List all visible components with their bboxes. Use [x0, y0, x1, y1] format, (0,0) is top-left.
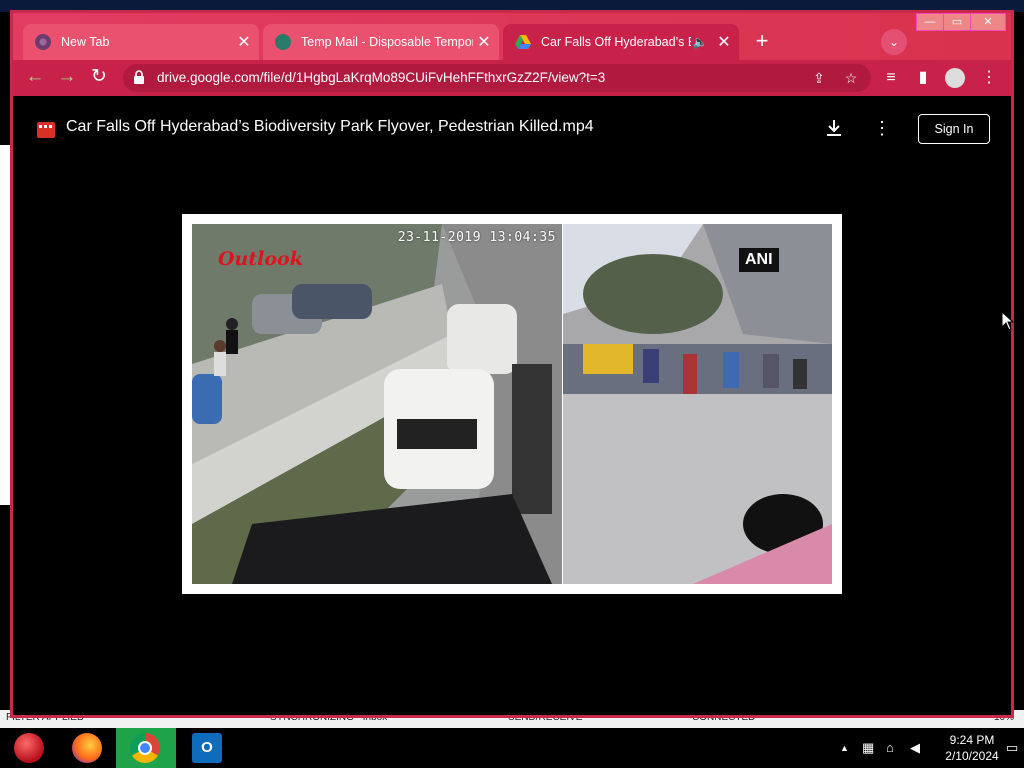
tab-label: Car Falls Off Hyderabad’s Bio — [541, 35, 691, 49]
crowd-scene-image — [563, 224, 832, 584]
video-crowd-panel: ANI — [563, 224, 832, 584]
new-tab-button[interactable]: + — [750, 30, 774, 54]
reload-icon[interactable]: ↻ — [87, 66, 111, 90]
tab-label: Temp Mail - Disposable Tempora — [301, 35, 473, 49]
tempmail-icon — [275, 34, 291, 50]
tab-label: New Tab — [61, 35, 110, 49]
download-icon[interactable] — [823, 117, 845, 139]
file-title: Car Falls Off Hyderabad’s Biodiversity P… — [66, 118, 594, 135]
drive-viewer-header: Car Falls Off Hyderabad’s Biodiversity P… — [13, 96, 1011, 160]
firefox-icon — [72, 733, 102, 763]
taskbar: O ▲ ▦ ⌂ ◀ 9:24 PM 2/10/2024 ▭ — [0, 728, 1024, 768]
taskbar-clock[interactable]: 9:24 PM 2/10/2024 — [940, 732, 1004, 764]
url-text: drive.google.com/file/d/1HgbgLaKrqMo89CU… — [157, 70, 606, 85]
back-arrow-icon[interactable]: ← — [23, 66, 47, 90]
media-control-icon[interactable]: ≡ — [881, 68, 901, 88]
tray-volume-muted-icon[interactable]: ◀ — [910, 740, 920, 756]
desktop: FILTER APPLIED SYNCHRONIZING - Inbox SEN… — [0, 0, 1024, 768]
tray-expand-icon[interactable]: ▲ — [840, 743, 849, 753]
clock-date: 2/10/2024 — [945, 749, 999, 763]
tab-strip: New Tab ✕ Temp Mail - Disposable Tempora… — [13, 13, 1011, 60]
maximize-button[interactable]: ▭ — [943, 13, 971, 31]
chrome-icon — [130, 733, 160, 763]
speaker-icon[interactable]: 🔈 — [691, 35, 709, 49]
ani-watermark: ANI — [739, 248, 779, 272]
mouse-cursor-icon — [1001, 311, 1015, 331]
clock-time: 9:24 PM — [949, 733, 995, 747]
taskbar-app-ruby[interactable] — [0, 728, 58, 768]
bookmark-star-icon[interactable]: ☆ — [843, 70, 859, 86]
outlook-icon: O — [192, 733, 222, 763]
tab-new-tab[interactable]: New Tab ✕ — [23, 24, 259, 60]
tab-search-button[interactable]: ⌄ — [881, 29, 907, 55]
video-cctv-panel: Outlook 23-11-2019 13:04:35 — [192, 224, 562, 584]
taskbar-app-outlook[interactable]: O — [178, 728, 236, 768]
address-bar[interactable]: drive.google.com/file/d/1HgbgLaKrqMo89CU… — [123, 64, 871, 92]
browser-toolbar: ← → ↻ drive.google.com/file/d/1HgbgLaKrq… — [13, 60, 1011, 96]
minimize-button[interactable]: — — [916, 13, 944, 31]
browser-menu-icon[interactable]: ⋮ — [979, 68, 999, 88]
video-player[interactable]: Outlook 23-11-2019 13:04:35 ANI — [182, 214, 842, 594]
close-tab-icon[interactable]: ✕ — [233, 32, 255, 52]
share-icon[interactable]: ⇪ — [811, 70, 827, 86]
taskbar-app-chrome[interactable] — [116, 728, 176, 768]
close-window-button[interactable]: ✕ — [970, 13, 1006, 31]
outlook-watermark: Outlook — [218, 248, 303, 270]
show-desktop-icon[interactable]: ▭ — [1006, 740, 1018, 756]
tab-car-falls-video[interactable]: Car Falls Off Hyderabad’s Bio 🔈 ✕ — [503, 24, 739, 60]
side-panel-icon[interactable]: ▮ — [913, 68, 933, 88]
lock-icon — [134, 70, 144, 84]
video-file-icon — [37, 122, 55, 138]
close-tab-icon[interactable]: ✕ — [713, 32, 735, 52]
chrome-icon — [35, 34, 51, 50]
profile-avatar-icon[interactable] — [945, 68, 965, 88]
tray-network-icon[interactable]: ▦ — [862, 740, 874, 756]
close-tab-icon[interactable]: ✕ — [473, 32, 495, 52]
tray-device-icon[interactable]: ⌂ — [886, 740, 894, 755]
cctv-scene-image — [192, 224, 562, 584]
cctv-timestamp: 23-11-2019 13:04:35 — [397, 230, 556, 245]
sign-in-button[interactable]: Sign In — [918, 114, 990, 144]
taskbar-app-firefox[interactable] — [58, 728, 116, 768]
browser-window: New Tab ✕ Temp Mail - Disposable Tempora… — [10, 10, 1014, 718]
tab-temp-mail[interactable]: Temp Mail - Disposable Tempora ✕ — [263, 24, 499, 60]
more-options-icon[interactable]: ⋮ — [873, 117, 891, 139]
forward-arrow-icon[interactable]: → — [55, 66, 79, 90]
google-drive-icon — [515, 35, 531, 49]
ruby-app-icon — [14, 733, 44, 763]
